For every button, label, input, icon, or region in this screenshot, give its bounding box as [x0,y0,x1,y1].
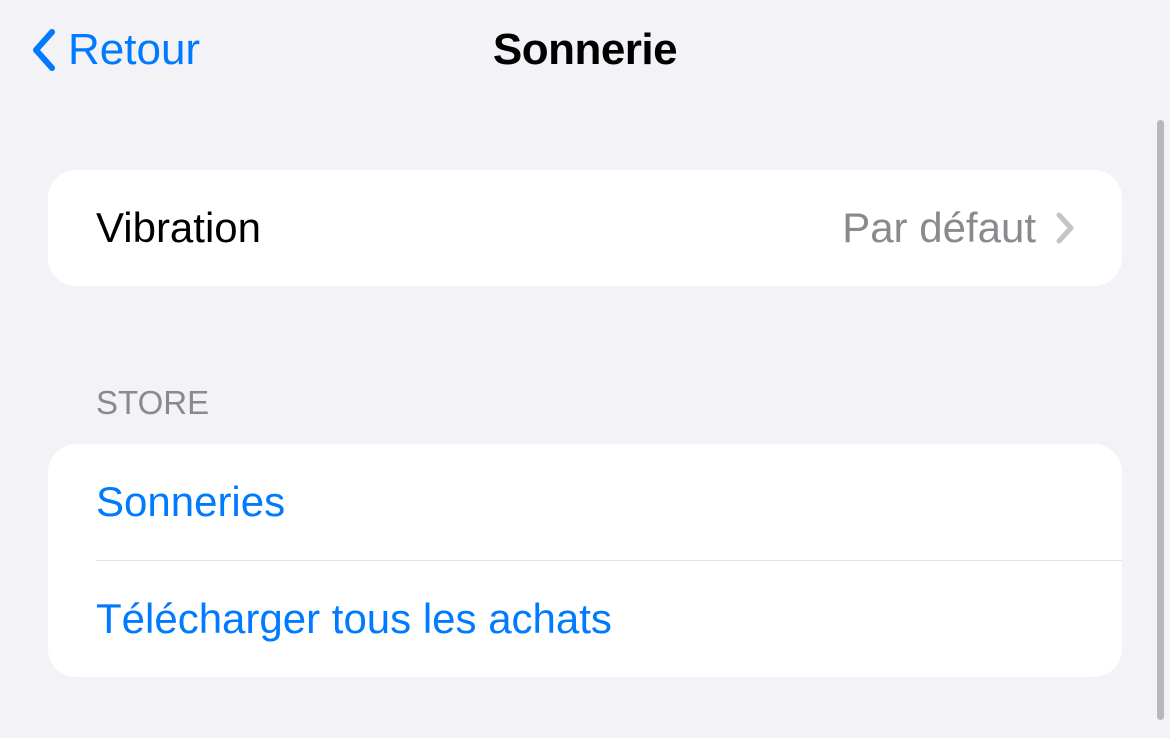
vibration-label: Vibration [96,204,261,252]
store-download-all-label: Télécharger tous les achats [96,595,612,642]
vibration-value-container: Par défaut [842,204,1074,252]
vibration-value: Par défaut [842,204,1036,252]
store-ringtones-row[interactable]: Sonneries [48,444,1122,560]
vibration-row[interactable]: Vibration Par défaut [48,170,1122,286]
navigation-header: Retour Sonnerie [0,0,1170,100]
content-area: Vibration Par défaut STORE Sonneries Tél… [0,100,1170,677]
scrollbar[interactable] [1157,120,1164,720]
store-group: Sonneries Télécharger tous les achats [48,444,1122,677]
chevron-right-icon [1056,212,1074,244]
chevron-left-icon [30,28,56,72]
back-button[interactable]: Retour [30,25,200,75]
back-label: Retour [68,25,200,75]
vibration-group: Vibration Par défaut [48,170,1122,286]
store-download-all-row[interactable]: Télécharger tous les achats [48,561,1122,677]
store-section-header: STORE [48,384,1122,444]
store-ringtones-label: Sonneries [96,478,285,525]
page-title: Sonnerie [493,25,677,75]
